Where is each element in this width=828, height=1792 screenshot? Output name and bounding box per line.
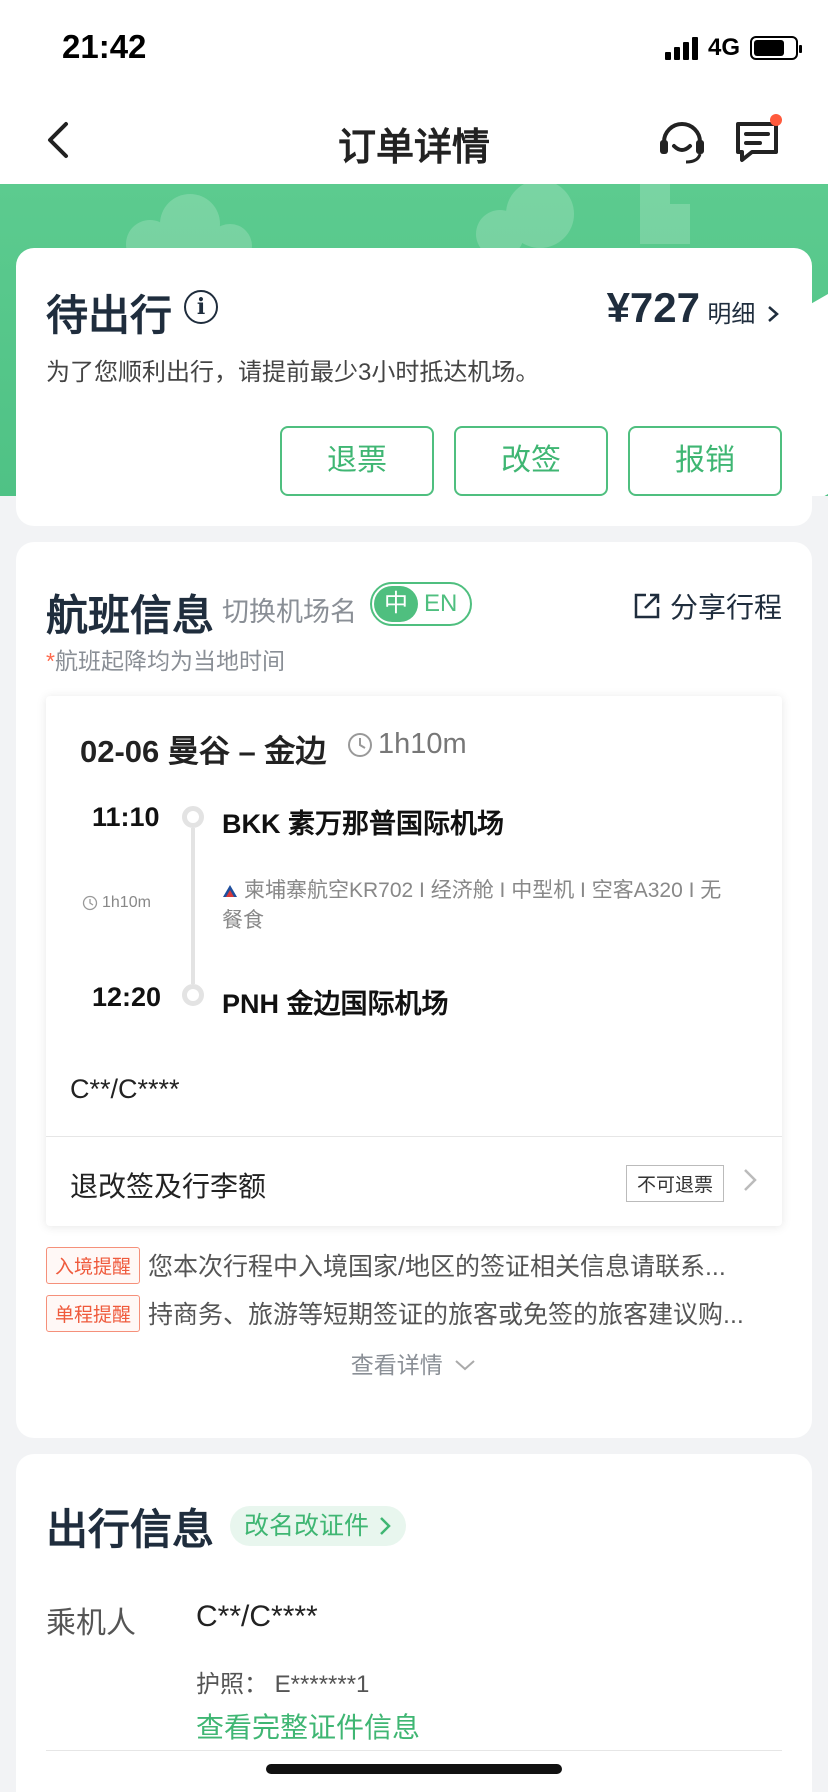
network-label: 4G xyxy=(707,34,740,61)
arrival-dot xyxy=(182,984,204,1006)
reimburse-button[interactable]: 报销 xyxy=(628,426,782,496)
arrival-airport: PNH 金边国际机场 xyxy=(222,989,449,1019)
clock-icon xyxy=(348,732,372,757)
unread-dot xyxy=(770,114,782,126)
oneway-reminder-tag: 单程提醒 xyxy=(46,1294,141,1332)
battery-icon xyxy=(750,36,802,60)
rename-label: 改名改证件 xyxy=(244,1512,370,1540)
note-star: * xyxy=(46,648,55,674)
chevron-right-icon xyxy=(744,1169,757,1191)
signal-icon xyxy=(664,36,698,60)
order-status-title: 待出行 xyxy=(46,292,173,339)
entry-reminder-row[interactable]: 入境提醒 您本次行程中入境国家/地区的签证相关信息请联系... xyxy=(46,1246,786,1284)
share-itinerary-button[interactable]: 分享行程 xyxy=(632,586,782,626)
language-toggle[interactable]: 中 EN xyxy=(370,582,472,626)
flight-info-card: 航班信息 切换机场名 中 EN 分享行程 *航班起降均为当地时间 02-06 曼… xyxy=(16,542,812,1438)
entry-reminder-tag: 入境提醒 xyxy=(46,1246,141,1284)
oneway-reminder-text: 持商务、旅游等短期签证的旅客或免签的旅客建议购... xyxy=(148,1301,744,1329)
segment-duration: 1h10m xyxy=(346,728,467,761)
arrival-time: 12:20 xyxy=(92,982,162,1012)
info-icon[interactable]: i xyxy=(184,290,218,324)
change-button[interactable]: 改签 xyxy=(454,426,608,496)
passport-number: 护照： E*******1 xyxy=(196,1671,370,1698)
travel-info-card: 出行信息 改名改证件 乘机人 C**/C**** 护照： E*******1 查… xyxy=(16,1454,812,1792)
arrival-notice: 为了您顺利出行，请提前最少3小时抵达机场。 xyxy=(46,359,540,386)
nav-bar: 订单详情 xyxy=(0,96,828,184)
passenger-name: C**/C**** xyxy=(196,1600,318,1633)
local-time-note: *航班起降均为当地时间 xyxy=(46,642,285,676)
status-indicators: 4G xyxy=(664,34,802,62)
airline-logo-icon xyxy=(223,885,237,897)
view-details-button[interactable]: 查看详情 xyxy=(16,1346,812,1380)
message-button[interactable] xyxy=(732,112,788,166)
flight-duration-text: 1h10m xyxy=(102,894,151,911)
share-label: 分享行程 xyxy=(669,592,782,623)
toggle-en[interactable]: EN xyxy=(424,586,457,622)
refund-button[interactable]: 退票 xyxy=(280,426,434,496)
rename-document-button[interactable]: 改名改证件 xyxy=(230,1506,406,1546)
departure-time: 11:10 xyxy=(92,802,160,832)
divider xyxy=(46,1750,782,1751)
status-bar: 21:42 4G xyxy=(0,0,828,96)
home-indicator xyxy=(266,1764,562,1774)
share-icon xyxy=(634,593,660,619)
chevron-down-icon xyxy=(455,1360,475,1371)
baggage-rules-row[interactable]: 退改签及行李额 不可退票 xyxy=(46,1137,782,1225)
departure-dot xyxy=(182,806,204,828)
non-refundable-badge: 不可退票 xyxy=(625,1165,724,1202)
travel-info-title: 出行信息 xyxy=(46,1506,215,1553)
headset-icon xyxy=(660,122,704,164)
switch-airport-name-label: 切换机场名 xyxy=(222,597,357,627)
departure-airport: BKK 素万那普国际机场 xyxy=(222,809,504,839)
passenger-label: 乘机人 xyxy=(46,1607,136,1640)
segment-date-route: 02-06 曼谷 – 金边 xyxy=(80,734,327,769)
flight-detail: 柬埔寨航空KR702 I 经济舱 I 中型机 I 空客A320 I 无餐食 xyxy=(222,876,722,936)
flight-duration: 1h10m xyxy=(82,894,151,912)
flight-info-title: 航班信息 xyxy=(46,592,215,639)
view-details-label: 查看详情 xyxy=(350,1352,443,1378)
chevron-right-icon xyxy=(768,306,779,322)
toggle-zh[interactable]: 中 xyxy=(374,586,418,622)
segment-passenger: C**/C**** xyxy=(70,1074,180,1104)
time-note-text: 航班起降均为当地时间 xyxy=(54,648,285,674)
status-time: 21:42 xyxy=(62,28,147,65)
rules-label: 退改签及行李额 xyxy=(70,1171,267,1202)
order-price: ¥727 xyxy=(606,284,700,331)
timeline-line xyxy=(191,828,195,984)
price-detail-label: 明细 xyxy=(707,301,756,328)
chevron-right-icon xyxy=(380,1517,391,1535)
clock-icon xyxy=(82,895,98,911)
flight-detail-text: 柬埔寨航空KR702 I 经济舱 I 中型机 I 空客A320 I 无餐食 xyxy=(222,879,722,932)
entry-reminder-text: 您本次行程中入境国家/地区的签证相关信息请联系... xyxy=(148,1253,726,1281)
oneway-reminder-row[interactable]: 单程提醒 持商务、旅游等短期签证的旅客或免签的旅客建议购... xyxy=(46,1294,786,1332)
flight-segment: 02-06 曼谷 – 金边 1h10m 11:10 BKK 素万那普国际机场 1… xyxy=(46,696,782,1226)
customer-service-button[interactable] xyxy=(656,114,708,166)
view-full-id-link[interactable]: 查看完整证件信息 xyxy=(196,1706,420,1746)
price-detail-link[interactable]: 明细 xyxy=(707,294,780,329)
order-status-card: 待出行 i ¥727 明细 为了您顺利出行，请提前最少3小时抵达机场。 退票 改… xyxy=(16,248,812,526)
segment-duration-text: 1h10m xyxy=(378,728,467,760)
